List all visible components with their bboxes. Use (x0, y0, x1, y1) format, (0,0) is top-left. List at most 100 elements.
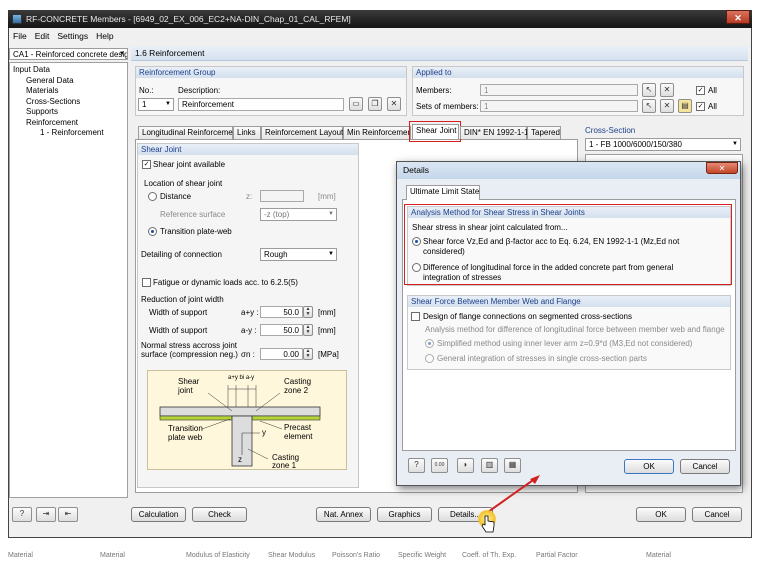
fatigue-label: Fatigue or dynamic loads acc. to 6.2.5(5… (153, 278, 298, 287)
tree-item-materials[interactable]: Materials (10, 86, 127, 97)
tree-item-reinforcement-1[interactable]: 1 - Reinforcement (10, 128, 127, 139)
flange-title: Shear Force Between Member Web and Flang… (408, 296, 730, 307)
cross-section-title: Cross-Section (585, 126, 636, 135)
menu-edit[interactable]: Edit (31, 29, 54, 43)
group-number-select[interactable]: 1 ▼ (138, 98, 174, 111)
sigma-unit: [MPa] (318, 350, 339, 359)
status-bar: Material Material Modulus of Elasticity … (0, 550, 760, 570)
tree-item-supports[interactable]: Supports (10, 107, 127, 118)
shear-joint-available-checkbox[interactable]: ✓ (142, 160, 151, 169)
calculation-button[interactable]: Calculation (131, 507, 186, 522)
reference-surface-label: Reference surface (160, 210, 226, 219)
status-col-5: Poisson's Ratio (332, 552, 381, 559)
width-support-label-2: Width of support (149, 326, 208, 335)
sketch-shear-joint-label: Shear joint (178, 377, 200, 395)
spinner-icon[interactable]: ▲ ▼ (303, 324, 313, 336)
menu-settings[interactable]: Settings (53, 29, 92, 43)
graphics-button[interactable]: Graphics (377, 507, 432, 522)
distance-radio[interactable] (148, 192, 157, 201)
delete-icon[interactable]: ✕ (387, 97, 401, 111)
distance-label: Distance (160, 192, 192, 201)
tab-longitudinal[interactable]: Longitudinal Reinforcement (138, 126, 239, 139)
description-input[interactable]: Reinforcement (178, 98, 344, 111)
transition-label: Transition plate-web (160, 227, 232, 236)
tab-links[interactable]: Links (233, 126, 261, 139)
tree-root[interactable]: Input Data (10, 63, 127, 76)
sets-input[interactable]: 1 (480, 100, 638, 112)
tab-min-reinforcement[interactable]: Min Reinforcement (343, 126, 411, 139)
tree-item-cross-sections[interactable]: Cross-Sections (10, 97, 127, 108)
nat-annex-button[interactable]: Nat. Annex (316, 507, 371, 522)
flange-checkbox[interactable] (411, 312, 420, 321)
decimal-places-icon[interactable]: 0.00 (431, 458, 448, 473)
cancel-button[interactable]: Cancel (692, 507, 742, 522)
details-cancel-button[interactable]: Cancel (680, 459, 730, 474)
a-plus-y-input[interactable]: 50.0 (260, 306, 303, 318)
status-col-9: Material (646, 552, 671, 559)
menu-file[interactable]: File (9, 29, 31, 43)
menu-help[interactable]: Help (92, 29, 117, 43)
z-input[interactable] (260, 190, 304, 202)
detailing-select[interactable]: Rough ▼ (260, 248, 337, 261)
tab-ultimate-limit-state[interactable]: Ultimate Limit State (406, 185, 480, 200)
detailing-label: Detailing of connection (141, 250, 222, 259)
members-input[interactable]: 1 (480, 84, 638, 96)
status-col-4: Shear Modulus (268, 552, 316, 559)
tab-reinforcement-layout[interactable]: Reinforcement Layout (261, 126, 343, 139)
tree-item-reinforcement[interactable]: Reinforcement (10, 118, 127, 129)
open-folder-icon[interactable]: ▭ (349, 97, 363, 111)
select-pointer-icon[interactable]: ↖ (642, 99, 656, 113)
export-icon[interactable]: ⇥ (36, 507, 56, 522)
help-icon[interactable]: ? (12, 507, 32, 522)
a-plus-y-label: a+y : (241, 308, 259, 317)
tree-item-general-data[interactable]: General Data (10, 76, 127, 87)
status-col-3: Modulus of Elasticity (186, 552, 250, 559)
units-icon[interactable]: ◗ (457, 458, 474, 473)
import-icon[interactable]: ⇤ (58, 507, 78, 522)
transition-radio[interactable] (148, 227, 157, 236)
copy-icon[interactable]: ❐ (368, 97, 382, 111)
details-dialog-title: Details (397, 162, 740, 179)
check-button[interactable]: Check (192, 507, 247, 522)
tab-din-en[interactable]: DIN* EN 1992-1-1 (460, 126, 528, 139)
spinner-icon[interactable]: ▲ ▼ (303, 306, 313, 318)
case-combo[interactable]: CA1 - Reinforced concrete design ▼ (9, 48, 128, 60)
cross-section-value: 1 - FB 1000/6000/150/380 (589, 140, 682, 149)
title-bar: RF-CONCRETE Members - [6949_02_EX_006_EC… (8, 10, 752, 28)
status-col-1: Material (8, 552, 33, 559)
edit-set-icon[interactable]: ▤ (678, 99, 692, 113)
details-dialog-close-button[interactable]: ✕ (706, 162, 738, 174)
sigma-n-input[interactable]: 0.00 (260, 348, 303, 360)
location-label: Location of shear joint (144, 179, 223, 188)
chevron-down-icon: ▼ (328, 211, 334, 217)
chevron-down-icon: ▼ (119, 51, 125, 57)
window-close-button[interactable]: ✕ (726, 10, 750, 24)
width-support-label-1: Width of support (149, 308, 208, 317)
shear-joint-tab-highlight (409, 121, 461, 142)
sketch-casting-zone1-label: Casting zone 1 (272, 453, 300, 470)
general-integration-radio[interactable] (425, 354, 434, 363)
tab-tapered[interactable]: Tapered (527, 126, 561, 139)
hand-cursor-icon (481, 515, 495, 533)
no-label: No.: (139, 86, 154, 95)
select-pointer-icon[interactable]: ↖ (642, 83, 656, 97)
shear-joint-sketch: Shear joint Casting zone 2 a+y bi a-y Tr… (147, 370, 347, 470)
reference-surface-select[interactable]: -z (top) ▼ (260, 208, 337, 221)
ok-button[interactable]: OK (636, 507, 686, 522)
shear-joint-available-label: Shear joint available (153, 160, 226, 169)
details-ok-button[interactable]: OK (624, 459, 674, 474)
clear-icon[interactable]: ✕ (660, 99, 674, 113)
simplified-radio[interactable] (425, 339, 434, 348)
spinner-icon[interactable]: ▲ ▼ (303, 348, 313, 360)
a-minus-y-input[interactable]: 50.0 (260, 324, 303, 336)
clear-icon[interactable]: ✕ (660, 83, 674, 97)
sigma-n-label: σn : (241, 350, 255, 359)
members-all-checkbox[interactable]: ✓ (696, 86, 705, 95)
cross-section-select[interactable]: 1 - FB 1000/6000/150/380 ▼ (585, 138, 741, 151)
a-plus-y-unit: [mm] (318, 308, 336, 317)
z-unit: [mm] (318, 192, 336, 201)
help-icon[interactable]: ? (408, 458, 425, 473)
fatigue-checkbox[interactable] (142, 278, 151, 287)
menu-bar: File Edit Settings Help (9, 29, 751, 43)
sets-all-checkbox[interactable]: ✓ (696, 102, 705, 111)
